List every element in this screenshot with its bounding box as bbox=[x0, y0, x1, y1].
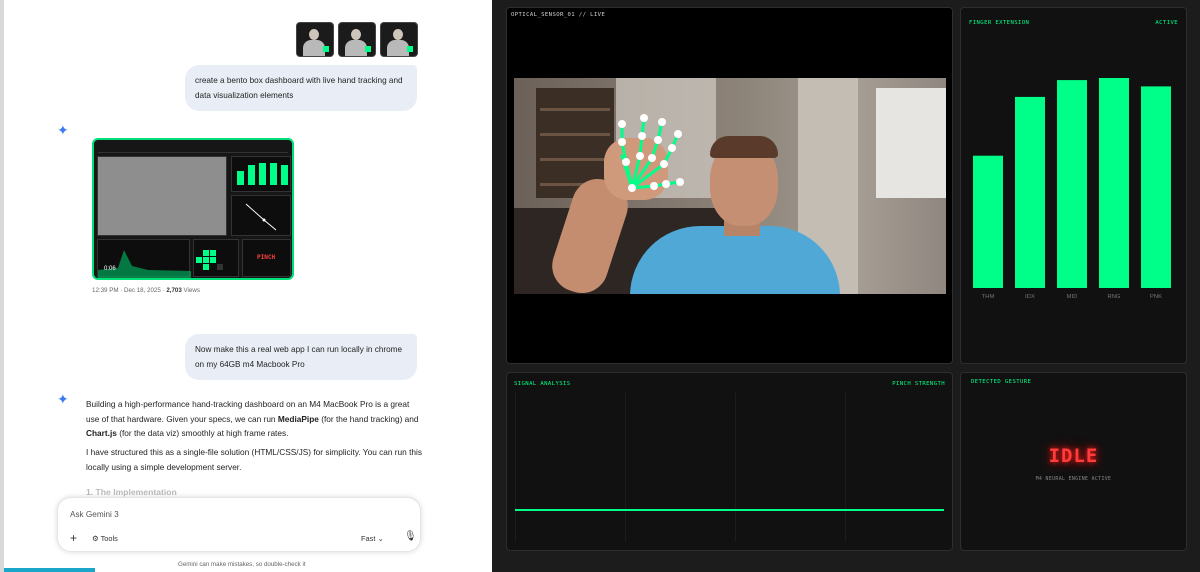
user-message-bubble: create a bento box dashboard with live h… bbox=[185, 65, 417, 111]
camera-label: OPTICAL_SENSOR_01 // LIVE bbox=[511, 12, 606, 18]
scroll-progress-bar bbox=[4, 568, 95, 572]
disclaimer-text: Gemini can make mistakes, so double-chec… bbox=[178, 561, 306, 568]
finger-bar-idx bbox=[1015, 96, 1045, 289]
hand-landmark-overlay bbox=[618, 114, 684, 192]
finger-bar-mid bbox=[1057, 80, 1087, 288]
signal-analysis-title: SIGNAL ANALYSIS bbox=[514, 381, 571, 387]
gesture-value: IDLE bbox=[1048, 445, 1099, 467]
tools-label: Tools bbox=[100, 534, 118, 543]
finger-tick-label: IDX bbox=[1025, 294, 1035, 300]
prompt-input-box[interactable]: Ask Gemini 3 + ⚙ Tools Fast ⌄ 🎙 bbox=[57, 497, 421, 552]
image-meta-suffix: Views bbox=[183, 287, 200, 294]
chevron-down-icon: ⌄ bbox=[377, 534, 384, 543]
live-video-feed bbox=[514, 78, 946, 294]
signal-analysis-panel: SIGNAL ANALYSIS PINCH STRENGTH bbox=[506, 372, 953, 551]
pinch-strength-label: PINCH STRENGTH bbox=[892, 381, 945, 387]
response-paragraph: Building a high-performance hand-trackin… bbox=[86, 399, 419, 438]
preview-graph-panel: 0:06 bbox=[97, 239, 191, 278]
prompt-input[interactable]: Ask Gemini 3 bbox=[70, 510, 119, 519]
finger-tick-label: MID bbox=[1067, 294, 1078, 300]
signal-grid bbox=[515, 393, 944, 542]
finger-tick-label: RNG bbox=[1108, 294, 1121, 300]
pinch-strength-line bbox=[515, 509, 944, 511]
image-meta: 12:39 PM · Dec 18, 2025 · 2,703 Views bbox=[92, 287, 200, 294]
model-mode-label: Fast bbox=[361, 534, 376, 543]
preview-timer: 0:06 bbox=[104, 266, 116, 272]
detected-gesture-panel: DETECTED GESTURE IDLE M4 NEURAL ENGINE A… bbox=[960, 372, 1187, 551]
detected-gesture-title: DETECTED GESTURE bbox=[971, 379, 1032, 385]
finger-bar-pnk bbox=[1141, 86, 1171, 289]
attached-image-thumbnail[interactable] bbox=[380, 22, 418, 57]
finger-bar-rng bbox=[1099, 78, 1129, 288]
preview-pinch-label: PINCH bbox=[257, 254, 276, 261]
generated-image-preview[interactable]: 0:06 PINCH bbox=[92, 138, 294, 280]
finger-tick-label: PNK bbox=[1150, 294, 1162, 300]
user-message-bubble: Now make this a real web app I can run l… bbox=[185, 334, 417, 380]
microphone-icon[interactable]: 🎙 bbox=[404, 531, 417, 542]
response-paragraph: I have structured this as a single-file … bbox=[86, 447, 423, 472]
finger-tick-label: THM bbox=[982, 294, 995, 300]
attached-image-thumbnail[interactable] bbox=[296, 22, 334, 57]
finger-bar-thm bbox=[973, 155, 1003, 288]
preview-gesture-panel: PINCH bbox=[242, 239, 291, 277]
preview-dial-panel bbox=[231, 195, 291, 236]
model-mode-dropdown[interactable]: Fast ⌄ bbox=[361, 534, 384, 543]
sliders-icon: ⚙ bbox=[92, 534, 99, 543]
attached-image-thumbnail[interactable] bbox=[338, 22, 376, 57]
image-meta-views: 2,703 bbox=[166, 287, 182, 294]
chat-pane: create a bento box dashboard with live h… bbox=[0, 0, 492, 572]
camera-panel: OPTICAL_SENSOR_01 // LIVE bbox=[506, 7, 953, 364]
preview-grid-panel bbox=[193, 239, 239, 277]
tools-button[interactable]: ⚙ Tools bbox=[92, 534, 118, 543]
gemini-sparkle-icon: ✦ bbox=[57, 391, 69, 407]
attached-images bbox=[296, 22, 418, 57]
gemini-sparkle-icon: ✦ bbox=[57, 122, 69, 138]
preview-camera-panel bbox=[97, 156, 227, 236]
engine-status: M4 NEURAL ENGINE ACTIVE bbox=[1035, 477, 1112, 482]
preview-bars-panel bbox=[231, 156, 291, 192]
finger-extension-chart: THM IDX MID RNG PNK bbox=[973, 78, 1171, 300]
preview-header bbox=[98, 143, 288, 153]
response-heading: 1. The Implementation bbox=[86, 487, 177, 497]
add-attachment-icon[interactable]: + bbox=[70, 531, 77, 545]
dashboard-pane: OPTICAL_SENSOR_01 // LIVE FINGER EXTENSI… bbox=[492, 0, 1200, 572]
image-meta-time: 12:39 PM · Dec 18, 2025 · bbox=[92, 287, 165, 294]
finger-extension-panel: FINGER EXTENSION ACTIVE THM IDX MID RNG PNK bbox=[960, 7, 1187, 364]
